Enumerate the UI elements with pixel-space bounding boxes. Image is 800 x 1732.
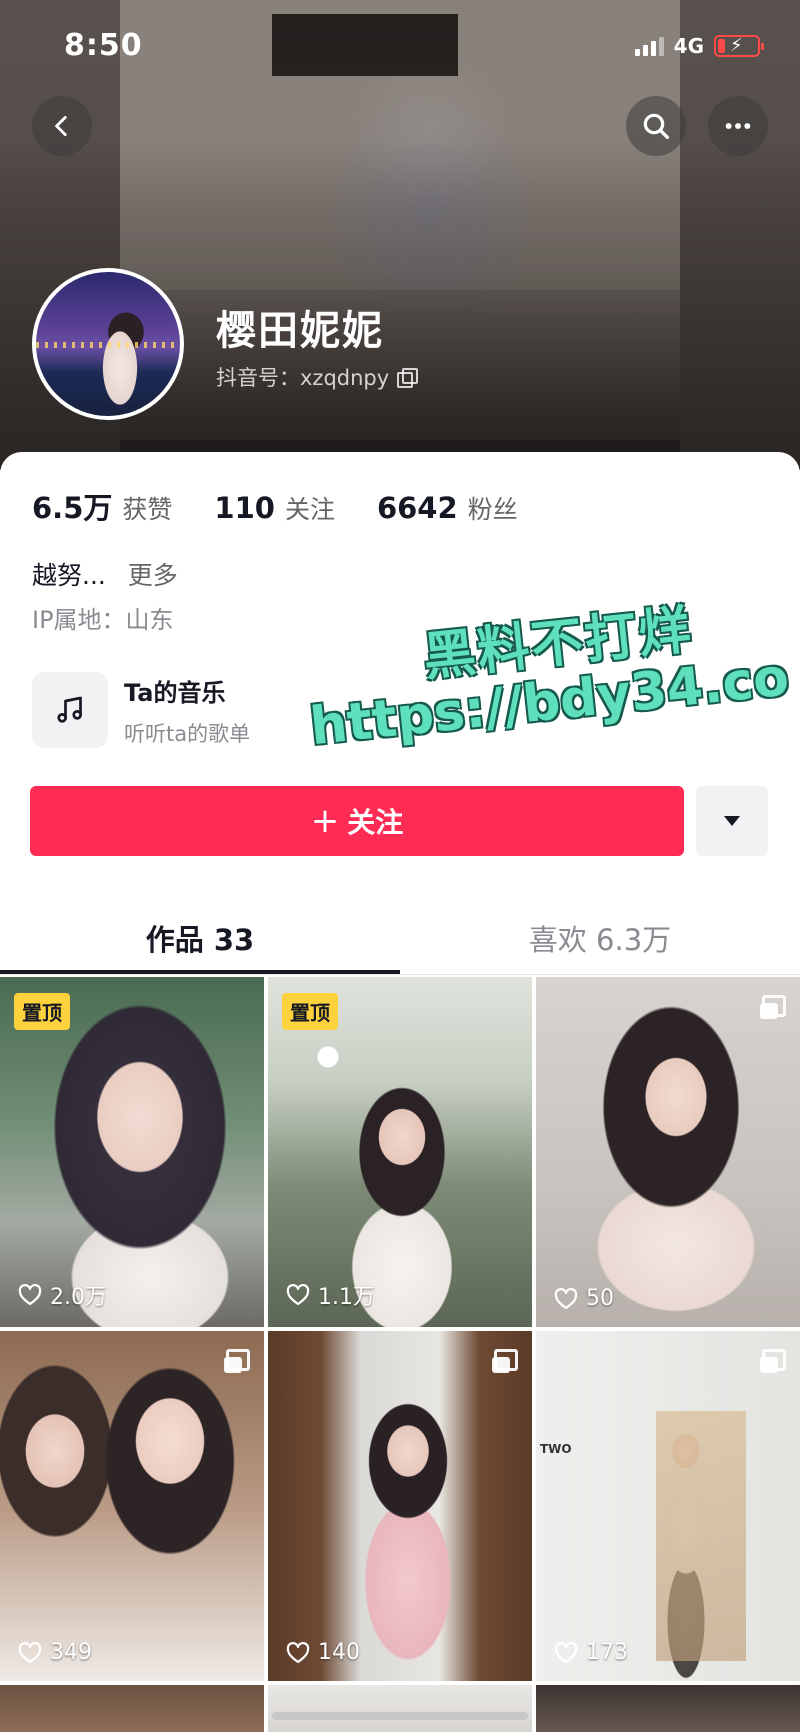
stat-label: 获赞 — [122, 495, 173, 524]
bio-text: 越努... — [32, 561, 106, 590]
video-tile[interactable]: 置顶 2.0万 — [0, 977, 264, 1327]
heart-icon — [554, 1287, 578, 1309]
profile-stats: 6.5万 获赞 110 关注 6642 粉丝 — [32, 485, 560, 527]
search-icon — [643, 113, 670, 140]
tab-works[interactable]: 作品 33 — [0, 900, 400, 976]
tile-sign-text: TWO — [540, 1442, 572, 1456]
pinned-badge: 置顶 — [282, 993, 338, 1030]
signal-icon — [634, 36, 664, 56]
heart-icon — [286, 1284, 310, 1306]
caret-down-icon — [724, 816, 740, 826]
copy-icon[interactable] — [397, 368, 419, 388]
stat-following[interactable]: 110 关注 — [214, 490, 335, 526]
gallery-icon — [492, 1349, 518, 1373]
stat-label: 粉丝 — [467, 495, 518, 524]
video-tile[interactable] — [536, 1685, 800, 1732]
tile-doorway — [656, 1411, 746, 1661]
likes-count: 349 — [50, 1640, 92, 1665]
battery-icon: ⚡ — [714, 35, 764, 57]
likes-count: 1.1万 — [318, 1285, 375, 1310]
tile-likes: 173 — [554, 1640, 628, 1665]
network-type: 4G — [673, 34, 704, 58]
photo-tile[interactable]: 50 — [536, 977, 800, 1327]
heart-icon — [286, 1641, 310, 1663]
stat-label: 关注 — [284, 495, 335, 524]
follow-label: 关注 — [347, 806, 404, 839]
stat-number: 110 — [214, 491, 275, 525]
status-time: 8:50 — [64, 28, 143, 63]
recommend-dropdown-button[interactable] — [696, 786, 768, 856]
tile-likes: 50 — [554, 1286, 614, 1311]
handle-row[interactable]: 抖音号：xzqdnpy — [216, 362, 419, 392]
likes-count: 173 — [586, 1640, 628, 1665]
gallery-icon — [760, 995, 786, 1019]
plus-icon: + — [310, 801, 340, 841]
video-tile[interactable] — [0, 1685, 264, 1732]
ip-location: IP属地：山东 — [32, 606, 174, 634]
music-title: Ta的音乐 — [124, 678, 226, 707]
heart-icon — [554, 1641, 578, 1663]
likes-count: 50 — [586, 1286, 614, 1311]
tile-likes: 349 — [18, 1640, 92, 1665]
tile-likes: 1.1万 — [286, 1279, 375, 1311]
likes-count: 2.0万 — [50, 1285, 107, 1310]
tile-likes: 2.0万 — [18, 1279, 107, 1311]
heart-icon — [18, 1641, 42, 1663]
tabs-divider — [0, 974, 800, 975]
follow-button[interactable]: + 关注 — [30, 786, 684, 856]
music-note-icon — [32, 672, 108, 748]
stat-likes[interactable]: 6.5万 获赞 — [32, 485, 172, 527]
video-tile[interactable] — [268, 1685, 532, 1732]
search-button[interactable] — [626, 96, 686, 156]
stat-number: 6642 — [376, 491, 458, 525]
avatar[interactable] — [32, 268, 184, 420]
more-horizontal-icon — [725, 123, 751, 129]
status-icons: 4G ⚡ — [634, 34, 764, 58]
profile-name: 樱田妮妮 — [216, 308, 384, 354]
chevron-left-icon — [55, 115, 67, 137]
bio-more-link[interactable]: 更多 — [128, 561, 178, 590]
video-tile[interactable]: 置顶 1.1万 — [268, 977, 532, 1327]
photo-tile[interactable]: 140 — [268, 1331, 532, 1681]
heart-icon — [18, 1284, 42, 1306]
home-indicator — [272, 1712, 528, 1720]
photo-tile[interactable]: 349 — [0, 1331, 264, 1681]
bio: 越努... 更多 — [32, 556, 178, 592]
stat-number: 6.5万 — [32, 491, 113, 525]
photo-tile[interactable]: TWO 173 — [536, 1331, 800, 1681]
stat-followers[interactable]: 6642 粉丝 — [377, 490, 518, 526]
content-tabs: 作品 33 喜欢 6.3万 — [0, 900, 800, 976]
tile-likes: 140 — [286, 1640, 360, 1665]
music-subtitle: 听听ta的歌单 — [124, 721, 251, 746]
tab-likes[interactable]: 喜欢 6.3万 — [400, 900, 800, 976]
back-button[interactable] — [32, 96, 92, 156]
gallery-icon — [760, 1349, 786, 1373]
more-button[interactable] — [708, 96, 768, 156]
douyin-id: 抖音号：xzqdnpy — [216, 366, 390, 390]
likes-count: 140 — [318, 1640, 360, 1665]
gallery-icon — [224, 1349, 250, 1373]
pinned-badge: 置顶 — [14, 993, 70, 1030]
